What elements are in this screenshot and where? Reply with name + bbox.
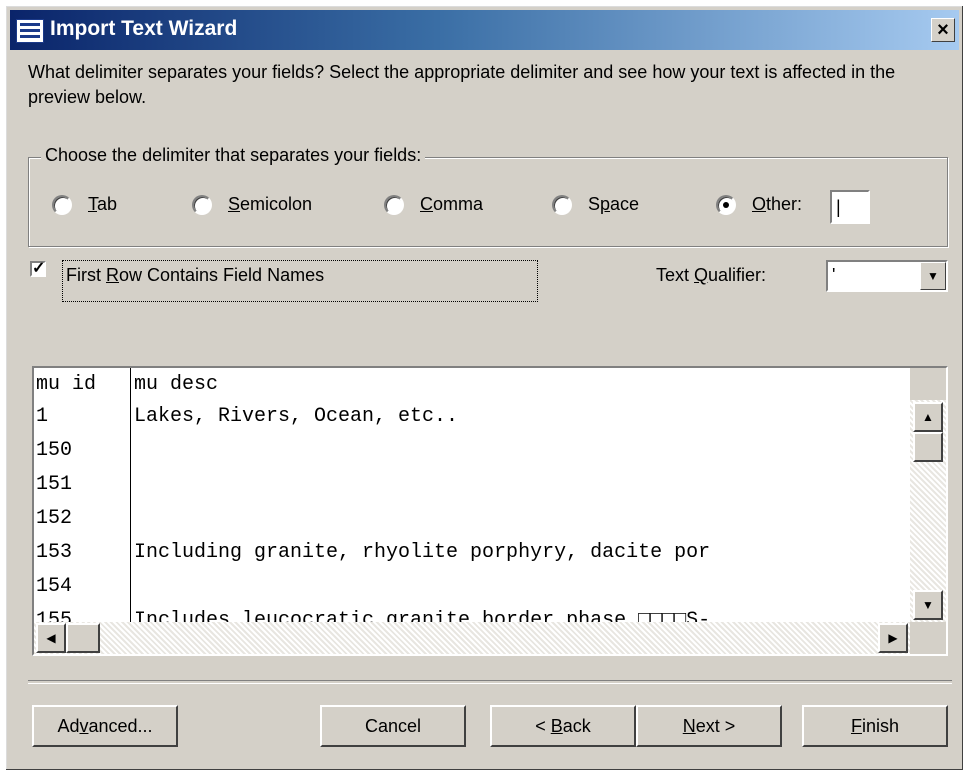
text-qualifier-select[interactable]: ' ▼ — [826, 260, 948, 292]
cell-mu-id: 151 — [36, 473, 73, 496]
text-qualifier-value: ' — [832, 265, 836, 285]
cell-mu-desc: Lakes, Rivers, Ocean, etc.. — [134, 405, 459, 428]
radio-space-label: Space — [588, 194, 640, 214]
scroll-right-icon[interactable]: ▶ — [878, 623, 908, 653]
table-row: 153 Including granite, rhyolite porphyry… — [34, 536, 910, 570]
finish-button[interactable]: Finish — [802, 705, 948, 747]
window-title: Import Text Wizard — [50, 17, 238, 40]
radio-comma-label: Comma — [420, 194, 484, 214]
preview-header: mu id mu desc — [34, 368, 910, 401]
radio-comma[interactable]: Comma — [384, 194, 483, 215]
radio-tab-circle[interactable] — [52, 194, 72, 215]
table-row: 154 — [34, 570, 910, 604]
horizontal-scroll-thumb[interactable] — [66, 623, 100, 653]
vertical-scroll-thumb[interactable] — [913, 432, 943, 462]
first-row-label[interactable]: First Row Contains Field Names — [62, 260, 538, 302]
title-bar[interactable]: Import Text Wizard × — [10, 10, 959, 50]
table-row: 150 — [34, 434, 910, 468]
scroll-up-icon[interactable]: ▲ — [913, 402, 943, 432]
delimiter-group-legend: Choose the delimiter that separates your… — [41, 145, 426, 166]
table-row: 155 Includes leucocratic granite border … — [34, 604, 910, 622]
text-qualifier-label: Text Qualifier: — [656, 265, 767, 285]
preview-grid[interactable]: mu id mu desc 1 Lakes, Rivers, Ocean, et… — [32, 366, 948, 656]
other-delimiter-input[interactable]: | — [830, 190, 870, 224]
dropdown-arrow-icon[interactable]: ▼ — [920, 262, 946, 290]
scroll-down-icon[interactable]: ▼ — [913, 590, 943, 620]
cell-mu-id: 152 — [36, 507, 73, 530]
scroll-left-icon[interactable]: ◀ — [36, 623, 66, 653]
cell-mu-desc: Includes leucocratic granite border phas… — [134, 609, 711, 622]
cell-mu-id: 153 — [36, 541, 73, 564]
radio-semicolon[interactable]: Semicolon — [192, 194, 312, 215]
next-button[interactable]: Next > — [636, 705, 782, 747]
cell-mu-id: 1 — [36, 405, 49, 428]
radio-space-circle[interactable] — [552, 194, 572, 215]
column-separator[interactable] — [130, 368, 131, 622]
close-button[interactable]: × — [931, 18, 955, 42]
intro-text: What delimiter separates your fields? Se… — [28, 62, 896, 107]
radio-space[interactable]: Space — [552, 194, 639, 215]
delimiter-groupbox: Choose the delimiter that separates your… — [28, 145, 948, 247]
radio-tab-label: Tab — [88, 194, 118, 214]
table-row: 152 — [34, 502, 910, 536]
column-header-mu-desc[interactable]: mu desc — [134, 373, 218, 396]
vertical-scrollbar[interactable]: ▲ ▼ — [910, 400, 946, 622]
table-row: 1 Lakes, Rivers, Ocean, etc.. — [34, 400, 910, 434]
radio-semicolon-circle[interactable] — [192, 194, 212, 215]
cell-mu-id: 154 — [36, 575, 73, 598]
table-row: 151 — [34, 468, 910, 502]
cell-mu-id: 150 — [36, 439, 73, 462]
wizard-table-icon — [16, 19, 44, 43]
column-header-mu-id[interactable]: mu id — [36, 373, 96, 396]
radio-other-circle[interactable] — [716, 194, 736, 215]
back-button[interactable]: < Back — [490, 705, 636, 747]
preview-body: 1 Lakes, Rivers, Ocean, etc.. 150 151 15… — [34, 400, 910, 622]
cell-mu-id: 155 — [36, 609, 73, 622]
radio-semicolon-label: Semicolon — [228, 194, 313, 214]
radio-other[interactable]: Other: — [716, 194, 802, 215]
radio-tab[interactable]: Tab — [52, 194, 117, 215]
radio-other-label: Other: — [752, 194, 803, 214]
horizontal-scrollbar[interactable]: ◀ ▶ — [34, 622, 910, 654]
cancel-button[interactable]: Cancel — [320, 705, 466, 747]
button-divider — [28, 680, 952, 684]
cell-mu-desc: Including granite, rhyolite porphyry, da… — [134, 541, 711, 564]
advanced-button[interactable]: Advanced... — [32, 705, 178, 747]
first-row-checkbox[interactable]: ✓ — [30, 261, 46, 277]
radio-comma-circle[interactable] — [384, 194, 404, 215]
